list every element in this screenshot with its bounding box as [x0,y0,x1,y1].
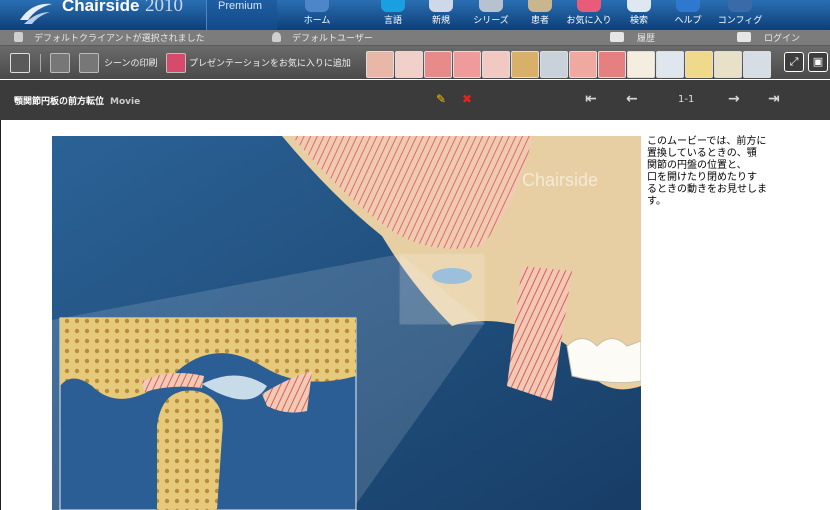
nav-search-button[interactable]: 検索 [614,0,664,30]
scene-thumbnail[interactable] [424,51,452,78]
nav-label: 患者 [530,16,549,26]
status-bar: デフォルトクライアントが選択されました デフォルトユーザー 履歴 ログイン [0,30,830,46]
movie-watermark: Chairside [522,170,598,190]
patient-icon [528,0,552,12]
scene-description: このムービーでは、前方に 置換しているときの、顎 関節の円盤の位置と、 口を開け… [647,136,767,207]
history-link[interactable]: 履歴 [637,31,655,44]
search-icon [627,0,651,12]
scene-title-bar: 顎関節円板の前方転位 Movie ✎ ✖ ⇤ ← 1-1 → ⇥ [0,80,830,120]
login-link[interactable]: ログイン [764,31,800,44]
nav-patient-button[interactable]: 患者 [515,0,565,30]
scene-thumbnail[interactable] [656,51,684,78]
heart-icon[interactable] [166,53,186,73]
scene-thumbnail[interactable] [395,51,423,78]
scene-thumbnail[interactable] [627,51,655,78]
nav-config-button[interactable]: コンフィグ [715,0,765,30]
app-name: Chairside [62,0,140,15]
scene-thumbnail[interactable] [598,51,626,78]
client-status: デフォルトクライアントが選択されました [34,34,205,44]
nav-label: お気に入り [566,16,612,26]
scene-thumbnail[interactable] [685,51,713,78]
series-icon [479,0,503,12]
scene-thumbnail[interactable] [743,51,771,78]
nav-series-button[interactable]: シリーズ [466,0,516,30]
magnify-box [399,253,485,325]
app-year: 2010 [145,0,183,16]
notes-icon[interactable] [50,53,70,73]
nav-label: シリーズ [473,16,509,26]
nav-label: コンフィグ [717,16,763,26]
scene-thumbnail[interactable] [540,51,568,78]
config-icon [728,0,752,12]
chairside-logo-icon [20,3,52,24]
language-icon [381,0,405,12]
edition-label: Premium [218,0,263,12]
scene-thumbnail[interactable] [482,51,510,78]
presentation-icon[interactable]: ▣ [808,52,828,72]
edit-pencil-icon[interactable]: ✎ [436,92,446,106]
nav-new-button[interactable]: 新規 [416,0,466,30]
nav-label: ヘルプ [674,16,702,26]
scene-toolbar: シーンの印刷 プレゼンテーションをお気に入りに追加 ⤢ ▣ [0,46,830,79]
movie-player[interactable]: Chairside [52,136,641,510]
scene-title-text: 顎関節円板の前方転位 [14,97,105,107]
current-user[interactable]: デフォルトユーザー [292,31,373,44]
add-favorite-button[interactable]: プレゼンテーションをお気に入りに追加 [189,56,351,69]
scene-thumbnail[interactable] [569,51,597,78]
first-page-icon[interactable]: ⇤ [585,91,597,107]
nav-favorites-button[interactable]: お気に入り [564,0,614,30]
nav-language-button[interactable]: 言語 [368,0,418,30]
scene-thumbnail[interactable] [511,51,539,78]
user-icon [272,32,281,42]
lock-icon [737,32,751,42]
print-scene-button[interactable]: シーンの印刷 [104,56,158,69]
content-left-border [0,120,1,510]
favorites-icon [577,0,601,12]
fullscreen-icon[interactable]: ⤢ [784,52,804,72]
page-indicator: 1-1 [678,94,695,105]
inset-condyle-bone [157,390,223,510]
tmj-illustration: Chairside [52,136,641,510]
scene-type: Movie [110,97,141,107]
history-icon [610,32,624,42]
nav-label: 新規 [431,16,450,26]
app-header: Chairside 2010 Premium ホーム 言語 新規 シリーズ 患者… [0,0,830,30]
print-icon[interactable] [79,53,99,73]
new-icon [429,0,453,12]
scene-thumbnail[interactable] [453,51,481,78]
toolbar-divider [40,54,41,72]
previous-page-icon[interactable]: ← [626,91,638,107]
home-icon [305,0,329,12]
nav-label: ホーム [303,16,331,26]
grid-view-icon[interactable] [10,53,30,73]
scene-thumbnail[interactable] [366,51,394,78]
nav-help-button[interactable]: ヘルプ [663,0,713,30]
teeth [566,338,641,384]
nav-label: 言語 [383,16,402,26]
nav-home-button[interactable]: ホーム [292,0,342,30]
help-icon [676,0,700,12]
scene-thumbnail[interactable] [714,51,742,78]
next-page-icon[interactable]: → [728,91,740,107]
condyle-small [432,268,472,284]
nav-label: 検索 [629,16,648,26]
delete-x-icon[interactable]: ✖ [462,92,472,106]
last-page-icon[interactable]: ⇥ [768,91,780,107]
scene-title: 顎関節円板の前方転位 Movie [14,94,140,107]
client-icon [14,32,23,42]
